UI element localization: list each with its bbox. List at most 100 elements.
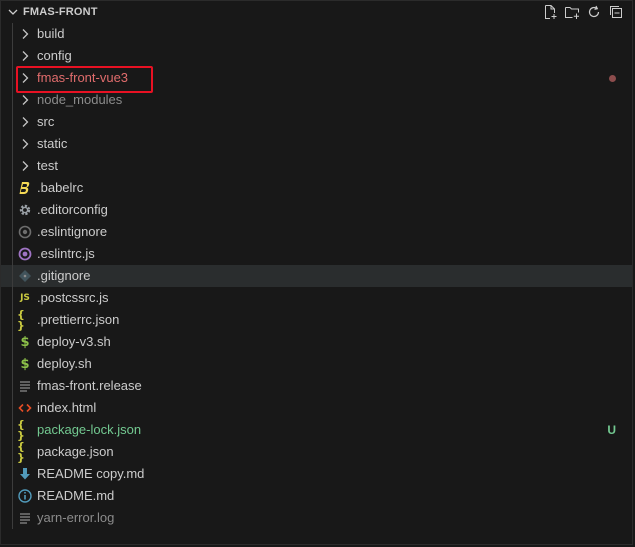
file-item-package-lock-json[interactable]: { } package-lock.json U: [1, 419, 632, 441]
html-icon: [17, 400, 33, 416]
tree-item-label: README.md: [37, 488, 115, 503]
file-item-fmas-front-release[interactable]: fmas-front.release: [1, 375, 632, 397]
indent-guide: [12, 353, 13, 375]
explorer-actions: [540, 3, 626, 21]
shell-icon: $: [20, 334, 30, 350]
file-item-yarn-error-log[interactable]: yarn-error.log: [1, 507, 632, 529]
indent-guide: [12, 485, 13, 507]
explorer-panel: FMAS-FRONT build config fmas-front-vue3 nod…: [0, 0, 633, 545]
tree-item-label: package-lock.json: [37, 422, 142, 437]
indent-guide: [12, 67, 13, 89]
text-lines-icon: [17, 378, 33, 394]
json-icon: { }: [17, 308, 25, 332]
text-lines-icon: [17, 510, 33, 526]
tree-item-label: .postcssrc.js: [37, 290, 109, 305]
file-item-gitignore[interactable]: .gitignore: [1, 265, 632, 287]
tree-item-label: .prettierrc.json: [37, 312, 120, 327]
gear-icon: [17, 202, 33, 218]
tree-item-label: static: [37, 136, 68, 151]
indent-guide: [12, 221, 13, 243]
indent-guide: [12, 243, 13, 265]
indent-guide: [12, 177, 13, 199]
folder-item-test[interactable]: test: [1, 155, 632, 177]
tree-item-label: index.html: [37, 400, 97, 415]
chevron-right-icon[interactable]: [17, 70, 33, 86]
indent-guide: [12, 419, 13, 441]
indent-guide: [12, 111, 13, 133]
folder-item-node-modules[interactable]: node_modules: [1, 89, 632, 111]
folder-item-src[interactable]: src: [1, 111, 632, 133]
file-item-readme-md[interactable]: README.md: [1, 485, 632, 507]
tree-item-label: fmas-front.release: [37, 378, 142, 393]
tree-item-label: src: [37, 114, 55, 129]
tree-item-label: .eslintrc.js: [37, 246, 95, 261]
tree-item-label: .babelrc: [37, 180, 84, 195]
tree-item-label: build: [37, 26, 65, 41]
tree-item-label: yarn-error.log: [37, 510, 115, 525]
chevron-right-icon[interactable]: [17, 158, 33, 174]
eslint-icon: [17, 246, 33, 262]
indent-guide: [12, 375, 13, 397]
chevron-right-icon[interactable]: [17, 48, 33, 64]
tree-item-label: .eslintignore: [37, 224, 108, 239]
indent-guide: [12, 133, 13, 155]
indent-guide: [12, 463, 13, 485]
indent-guide: [12, 265, 13, 287]
new-file-icon[interactable]: [540, 3, 560, 21]
untracked-badge: U: [607, 423, 616, 437]
folder-item-build[interactable]: build: [1, 23, 632, 45]
chevron-right-icon[interactable]: [17, 136, 33, 152]
file-item-prettierrc-json[interactable]: { } .prettierrc.json: [1, 309, 632, 331]
indent-guide: [12, 23, 13, 45]
json-icon: { }: [17, 440, 25, 464]
file-tree: build config fmas-front-vue3 node_modulessr…: [1, 23, 632, 529]
collapse-all-icon[interactable]: [606, 3, 626, 21]
explorer-title: FMAS-FRONT: [23, 6, 98, 18]
indent-guide: [12, 331, 13, 353]
folder-item-fmas-front-vue3[interactable]: fmas-front-vue3: [1, 67, 632, 89]
file-item-postcssrc-js[interactable]: JS .postcssrc.js: [1, 287, 632, 309]
tree-item-label: node_modules: [37, 92, 123, 107]
folder-item-static[interactable]: static: [1, 133, 632, 155]
indent-guide: [12, 441, 13, 463]
file-item-eslintrc-js[interactable]: .eslintrc.js: [1, 243, 632, 265]
folder-item-config[interactable]: config: [1, 45, 632, 67]
tree-item-label: fmas-front-vue3: [37, 70, 129, 85]
modified-dot-badge: [609, 75, 616, 82]
file-item-eslintignore[interactable]: .eslintignore: [1, 221, 632, 243]
info-icon: [17, 488, 33, 504]
file-item-deploy-v3-sh[interactable]: $ deploy-v3.sh: [1, 331, 632, 353]
tree-item-label: .editorconfig: [37, 202, 108, 217]
new-folder-icon[interactable]: [562, 3, 582, 21]
json-icon: { }: [17, 418, 25, 442]
markdown-download-icon: [17, 466, 33, 482]
tree-item-label: .gitignore: [37, 268, 91, 283]
file-item-babelrc[interactable]: .babelrc: [1, 177, 632, 199]
file-item-deploy-sh[interactable]: $ deploy.sh: [1, 353, 632, 375]
indent-guide: [12, 89, 13, 111]
indent-guide: [12, 45, 13, 67]
refresh-icon[interactable]: [584, 3, 604, 21]
indent-guide: [12, 287, 13, 309]
eslint-ignore-icon: [17, 224, 33, 240]
js-icon: JS: [20, 292, 30, 303]
indent-guide: [12, 507, 13, 529]
file-item-editorconfig[interactable]: .editorconfig: [1, 199, 632, 221]
tree-item-label: deploy.sh: [37, 356, 92, 371]
tree-item-label: deploy-v3.sh: [37, 334, 111, 349]
chevron-right-icon[interactable]: [17, 114, 33, 130]
indent-guide: [12, 199, 13, 221]
git-icon: [17, 268, 33, 284]
chevron-right-icon[interactable]: [17, 26, 33, 42]
tree-item-label: test: [37, 158, 58, 173]
file-item-package-json[interactable]: { } package.json: [1, 441, 632, 463]
file-item-readme-copy-md[interactable]: README copy.md: [1, 463, 632, 485]
chevron-down-icon[interactable]: [5, 4, 21, 20]
indent-guide: [12, 309, 13, 331]
indent-guide: [12, 155, 13, 177]
tree-item-label: config: [37, 48, 72, 63]
chevron-right-icon[interactable]: [17, 92, 33, 108]
tree-item-label: README copy.md: [37, 466, 145, 481]
explorer-header[interactable]: FMAS-FRONT: [1, 1, 632, 23]
file-item-index-html[interactable]: index.html: [1, 397, 632, 419]
